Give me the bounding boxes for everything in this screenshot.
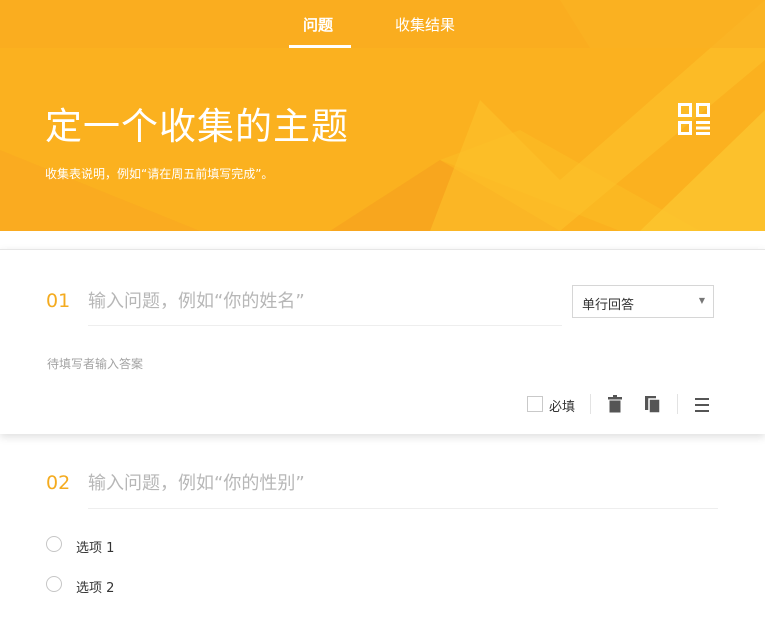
question-toolbar: 必填 [0,390,765,420]
question-input-underline [88,508,718,509]
toolbar-divider [590,394,591,414]
tab-bar: 问题 收集结果 [0,0,765,48]
question-title-input[interactable] [88,288,558,314]
required-label[interactable]: 必填 [549,396,575,415]
qr-code-icon [678,103,710,135]
form-description[interactable]: 收集表说明，例如“请在周五前填写完成”。 [45,165,273,182]
copy-icon [645,396,661,414]
option-radio[interactable] [46,536,62,552]
question-input-underline [88,325,562,326]
question-type-label: 单行回答 [582,298,635,313]
question-type-select[interactable]: 单行回答 ▼ [572,285,714,318]
delete-button[interactable] [605,394,627,416]
menu-icon [695,398,709,412]
form-title[interactable]: 定一个收集的主题 [45,96,349,150]
tab-questions[interactable]: 问题 [303,14,333,35]
question-card-1: 01 单行回答 ▼ 待填写者输入答案 必填 [0,249,765,434]
option-label[interactable]: 选项 1 [76,537,114,556]
header-banner: 问题 收集结果 定一个收集的主题 收集表说明，例如“请在周五前填写完成”。 [0,0,765,231]
question-number: 01 [46,290,71,312]
caret-down-icon: ▼ [698,296,705,305]
duplicate-button[interactable] [643,394,665,416]
qr-code-button[interactable] [678,103,710,135]
more-options-button[interactable] [692,394,714,416]
tab-results[interactable]: 收集结果 [395,14,455,35]
question-title-input[interactable] [88,470,558,496]
active-tab-indicator [289,45,351,48]
option-radio[interactable] [46,576,62,592]
trash-icon [608,395,622,413]
question-number: 02 [46,472,71,494]
option-label[interactable]: 选项 2 [76,577,114,596]
required-checkbox[interactable] [527,396,543,412]
answer-placeholder-text: 待填写者输入答案 [47,357,144,371]
toolbar-divider [677,394,678,414]
